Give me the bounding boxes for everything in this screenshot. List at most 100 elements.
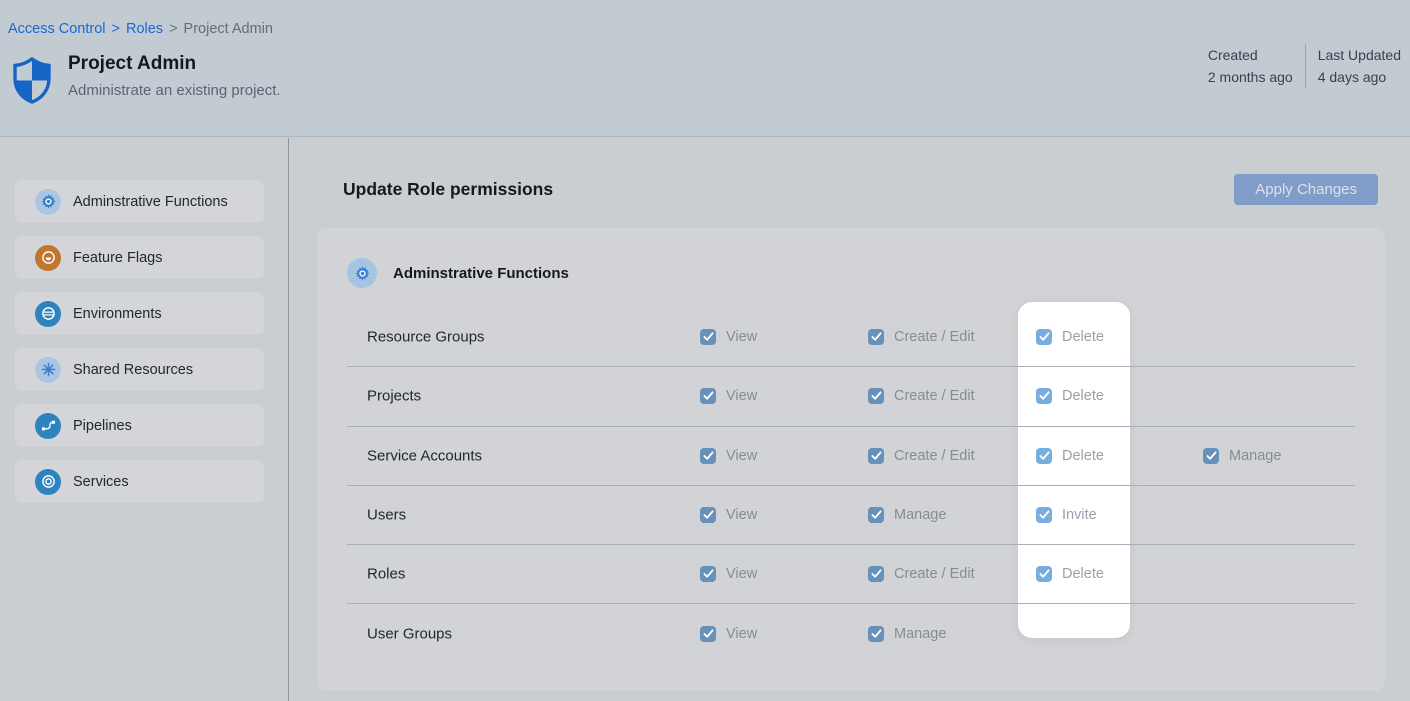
- permission-manage[interactable]: Manage: [868, 507, 946, 523]
- checkbox-checked-icon[interactable]: [868, 329, 884, 345]
- sidebar-item-adminstrative-functions[interactable]: Adminstrative Functions: [14, 179, 265, 224]
- apply-changes-button[interactable]: Apply Changes: [1234, 174, 1378, 205]
- resource-label: Resource Groups: [367, 328, 485, 345]
- resource-label: Roles: [367, 566, 405, 583]
- permission-label: View: [726, 388, 757, 404]
- checkbox-checked-icon[interactable]: [868, 626, 884, 642]
- permissions-card-title: Adminstrative Functions: [393, 265, 569, 282]
- permission-view[interactable]: View: [700, 388, 757, 404]
- checkbox-checked-icon[interactable]: [868, 566, 884, 582]
- permission-label: Delete: [1062, 448, 1104, 464]
- permission-label: View: [726, 448, 757, 464]
- permission-label: Create / Edit: [894, 388, 975, 404]
- role-shield-icon: [12, 57, 52, 104]
- permission-label: Manage: [894, 507, 946, 523]
- permission-delete[interactable]: Delete: [1036, 388, 1104, 404]
- resource-label: Projects: [367, 388, 421, 405]
- sidebar-item-services[interactable]: Services: [14, 459, 265, 504]
- resource-category-sidebar: Adminstrative Functions Feature Flags Envi…: [0, 138, 289, 701]
- permission-label: View: [726, 329, 757, 345]
- permission-label: Create / Edit: [894, 448, 975, 464]
- breadcrumb-separator-icon: >: [112, 21, 120, 37]
- checkbox-checked-icon[interactable]: [1036, 388, 1052, 404]
- checkbox-checked-icon[interactable]: [868, 507, 884, 523]
- breadcrumb-current: Project Admin: [184, 21, 273, 37]
- permission-label: Create / Edit: [894, 329, 975, 345]
- permission-manage[interactable]: Manage: [868, 626, 946, 642]
- sidebar-item-label: Services: [73, 474, 129, 490]
- permission-label: Manage: [894, 626, 946, 642]
- created-value: 2 months ago: [1208, 66, 1293, 88]
- checkbox-checked-icon[interactable]: [700, 507, 716, 523]
- page-title: Project Admin: [68, 53, 196, 75]
- permission-label: View: [726, 566, 757, 582]
- permission-view[interactable]: View: [700, 448, 757, 464]
- checkbox-checked-icon[interactable]: [1036, 329, 1052, 345]
- permission-label: Invite: [1062, 507, 1097, 523]
- permission-label: Create / Edit: [894, 566, 975, 582]
- last-updated-value: 4 days ago: [1318, 66, 1401, 88]
- permission-label: Manage: [1229, 448, 1281, 464]
- checkbox-checked-icon[interactable]: [700, 329, 716, 345]
- page-header: Access Control > Roles > Project Admin Proje…: [0, 0, 1410, 137]
- checkbox-checked-icon[interactable]: [868, 388, 884, 404]
- checkbox-checked-icon[interactable]: [700, 388, 716, 404]
- checkbox-checked-icon[interactable]: [1203, 448, 1219, 464]
- shared-resources-icon: [35, 357, 61, 383]
- permission-label: Delete: [1062, 388, 1104, 404]
- permission-row-projects: Projects View Create / Edit Delete: [347, 366, 1355, 425]
- sidebar-item-label: Adminstrative Functions: [73, 194, 228, 210]
- sidebar-item-pipelines[interactable]: Pipelines: [14, 403, 265, 448]
- breadcrumb: Access Control > Roles > Project Admin: [8, 21, 273, 37]
- sidebar-item-label: Pipelines: [73, 418, 132, 434]
- sidebar-item-feature-flags[interactable]: Feature Flags: [14, 235, 265, 280]
- sidebar-item-label: Environments: [73, 306, 162, 322]
- permission-view[interactable]: View: [700, 626, 757, 642]
- page-subtitle: Administrate an existing project.: [68, 82, 281, 99]
- sidebar-item-label: Shared Resources: [73, 362, 193, 378]
- role-meta: Created 2 months ago Last Updated 4 days…: [1208, 44, 1401, 88]
- permission-delete[interactable]: Delete: [1036, 566, 1104, 582]
- permission-label: Delete: [1062, 566, 1104, 582]
- checkbox-checked-icon[interactable]: [868, 448, 884, 464]
- breadcrumb-link-access-control[interactable]: Access Control: [8, 21, 106, 37]
- permission-row-users: UsersViewManageInvite: [347, 485, 1355, 544]
- last-updated-label: Last Updated: [1318, 44, 1401, 66]
- permission-view[interactable]: View: [700, 329, 757, 345]
- permission-create-edit[interactable]: Create / Edit: [868, 329, 975, 345]
- checkbox-checked-icon[interactable]: [700, 626, 716, 642]
- created-label: Created: [1208, 44, 1293, 66]
- created-meta: Created 2 months ago: [1208, 44, 1293, 88]
- flag-toggle-icon: [35, 245, 61, 271]
- breadcrumb-separator-icon: >: [169, 21, 177, 37]
- sidebar-item-shared-resources[interactable]: Shared Resources: [14, 347, 265, 392]
- permission-create-edit[interactable]: Create / Edit: [868, 388, 975, 404]
- meta-divider: [1305, 44, 1306, 88]
- main-content: Update Role permissions Apply Changes Ad…: [289, 138, 1410, 701]
- checkbox-checked-icon[interactable]: [700, 566, 716, 582]
- checkbox-checked-icon[interactable]: [700, 448, 716, 464]
- permission-view[interactable]: View: [700, 507, 757, 523]
- permission-invite[interactable]: Invite: [1036, 507, 1097, 523]
- checkbox-checked-icon[interactable]: [1036, 448, 1052, 464]
- permissions-table: Resource GroupsViewCreate / EditDeletePr…: [347, 307, 1355, 663]
- permission-create-edit[interactable]: Create / Edit: [868, 566, 975, 582]
- resource-label: Service Accounts: [367, 447, 482, 464]
- permission-view[interactable]: View: [700, 566, 757, 582]
- checkbox-checked-icon[interactable]: [1036, 507, 1052, 523]
- checkbox-checked-icon[interactable]: [1036, 566, 1052, 582]
- sidebar-item-label: Feature Flags: [73, 250, 162, 266]
- permission-delete[interactable]: Delete: [1036, 329, 1104, 345]
- pipeline-icon: [35, 413, 61, 439]
- permission-row-resource-groups: Resource Groups View Create / Edit Delete: [347, 307, 1355, 366]
- section-heading: Update Role permissions: [343, 179, 553, 200]
- permission-label: View: [726, 626, 757, 642]
- permissions-card-header: Adminstrative Functions: [347, 258, 569, 288]
- breadcrumb-link-roles[interactable]: Roles: [126, 21, 163, 37]
- sidebar-item-environments[interactable]: Environments: [14, 291, 265, 336]
- permission-create-edit[interactable]: Create / Edit: [868, 448, 975, 464]
- permission-manage[interactable]: Manage: [1203, 448, 1281, 464]
- permission-delete[interactable]: Delete: [1036, 448, 1104, 464]
- page-body: Adminstrative Functions Feature Flags Envi…: [0, 138, 1410, 701]
- services-icon: [35, 469, 61, 495]
